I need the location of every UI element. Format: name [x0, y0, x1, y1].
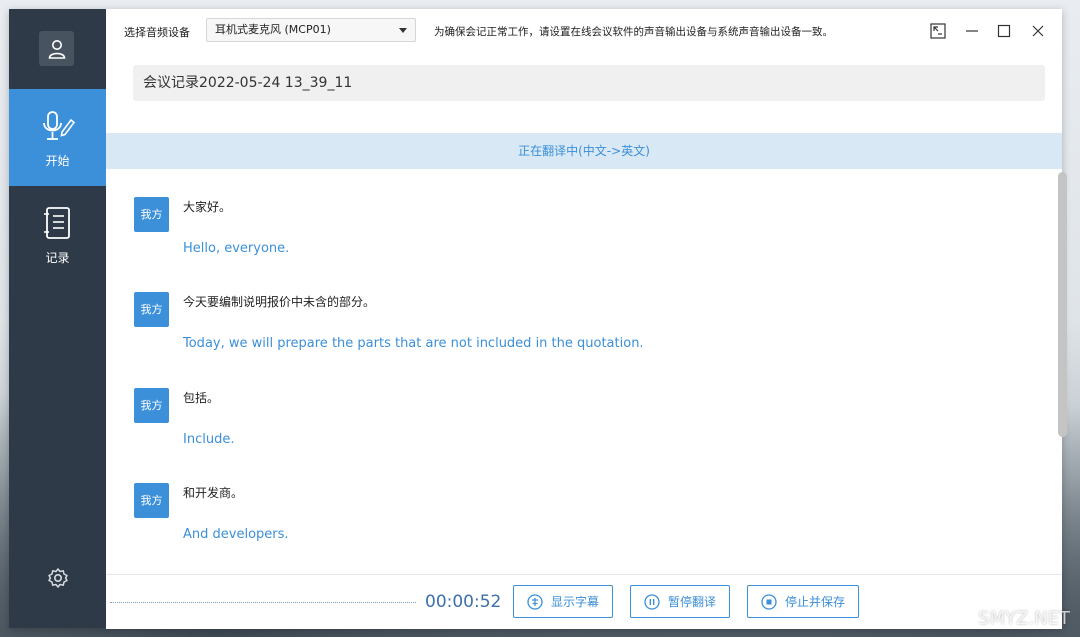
translation-text: Include. — [183, 432, 235, 447]
user-avatar-button[interactable] — [39, 31, 74, 66]
nav-item-start[interactable]: 开始 — [9, 89, 106, 186]
transcript-list: 我方 大家好。 Hello, everyone. 我方 今天要编制说明报价中未含… — [106, 169, 1062, 573]
stop-icon — [761, 593, 777, 610]
sidebar: 开始 记录 — [9, 9, 106, 628]
audio-notice: 为确保会记正常工作，请设置在线会议软件的声音输出设备与系统声音输出设备一致。 — [434, 26, 833, 38]
bottom-bar: 00:00:52 显示字幕 暂停翻译 停止并保存 — [106, 574, 1062, 629]
notebook-icon — [38, 203, 78, 243]
subtitle-icon — [527, 593, 543, 610]
transcript-entry: 我方 和开发商。 And developers. — [134, 455, 1034, 550]
source-text: 和开发商。 — [183, 486, 244, 500]
speaker-badge: 我方 — [134, 483, 169, 518]
speaker-badge: 我方 — [134, 292, 169, 327]
audio-device-select[interactable]: 耳机式麦克风 (MCP01) — [206, 18, 416, 42]
maximize-button[interactable] — [994, 21, 1014, 41]
watermark: SMYZ.NET — [978, 608, 1070, 629]
speaker-badge: 我方 — [134, 388, 169, 423]
show-subtitles-button[interactable]: 显示字幕 — [513, 585, 613, 618]
pip-button[interactable] — [928, 21, 948, 41]
close-icon — [1032, 25, 1044, 37]
nav-item-records[interactable]: 记录 — [9, 186, 106, 283]
stop-save-button[interactable]: 停止并保存 — [747, 585, 859, 618]
minimize-button[interactable] — [962, 21, 982, 41]
source-text: 大家好。 — [183, 200, 232, 214]
source-text: 今天要编制说明报价中未含的部分。 — [183, 295, 376, 309]
microphone-pen-icon — [38, 106, 78, 146]
chevron-down-icon — [399, 28, 407, 33]
user-icon — [48, 39, 65, 59]
pause-translation-button[interactable]: 暂停翻译 — [630, 585, 730, 618]
device-label: 选择音频设备 — [124, 26, 190, 39]
meeting-title-field[interactable]: 会议记录2022-05-24 13_39_11 — [133, 65, 1045, 101]
source-text: 包括。 — [183, 391, 220, 405]
pip-icon — [930, 23, 946, 39]
recording-timer: 00:00:52 — [425, 592, 502, 612]
pause-translation-label: 暂停翻译 — [667, 595, 716, 609]
nav-label-records: 记录 — [45, 251, 70, 265]
top-bar: 选择音频设备 耳机式麦克风 (MCP01) 为确保会记正常工作，请设置在线会议软… — [106, 9, 1062, 53]
translation-text: And developers. — [183, 527, 289, 542]
translation-text: Hello, everyone. — [183, 241, 290, 256]
audio-level-line — [110, 602, 416, 603]
show-subtitles-label: 显示字幕 — [550, 595, 599, 609]
close-button[interactable] — [1028, 21, 1048, 41]
transcript-scrollbar[interactable] — [1058, 172, 1067, 437]
translation-status: 正在翻译中(中文->英文) — [106, 133, 1062, 169]
stop-save-label: 停止并保存 — [784, 595, 845, 609]
maximize-icon — [997, 24, 1011, 38]
audio-device-value: 耳机式麦克风 (MCP01) — [215, 23, 331, 36]
minimize-icon — [966, 30, 978, 32]
speaker-badge: 我方 — [134, 197, 169, 232]
transcript-entry: 我方 大家好。 Hello, everyone. — [134, 169, 1034, 264]
nav-label-start: 开始 — [45, 154, 70, 168]
pause-icon — [644, 593, 660, 610]
transcript-entry: 我方 包括。 Include. — [134, 360, 1034, 455]
translation-text: Today, we will prepare the parts that ar… — [183, 336, 644, 351]
gear-icon[interactable] — [47, 567, 69, 589]
watermark-site: SMYZ.NET — [978, 608, 1070, 629]
app-window: 开始 记录 选择音频设备 耳机式麦克风 (MCP01) 为确保会记正常工作，请设… — [9, 9, 1067, 629]
transcript-entry: 我方 今天要编制说明报价中未含的部分。 Today, we will prepa… — [134, 264, 1034, 359]
